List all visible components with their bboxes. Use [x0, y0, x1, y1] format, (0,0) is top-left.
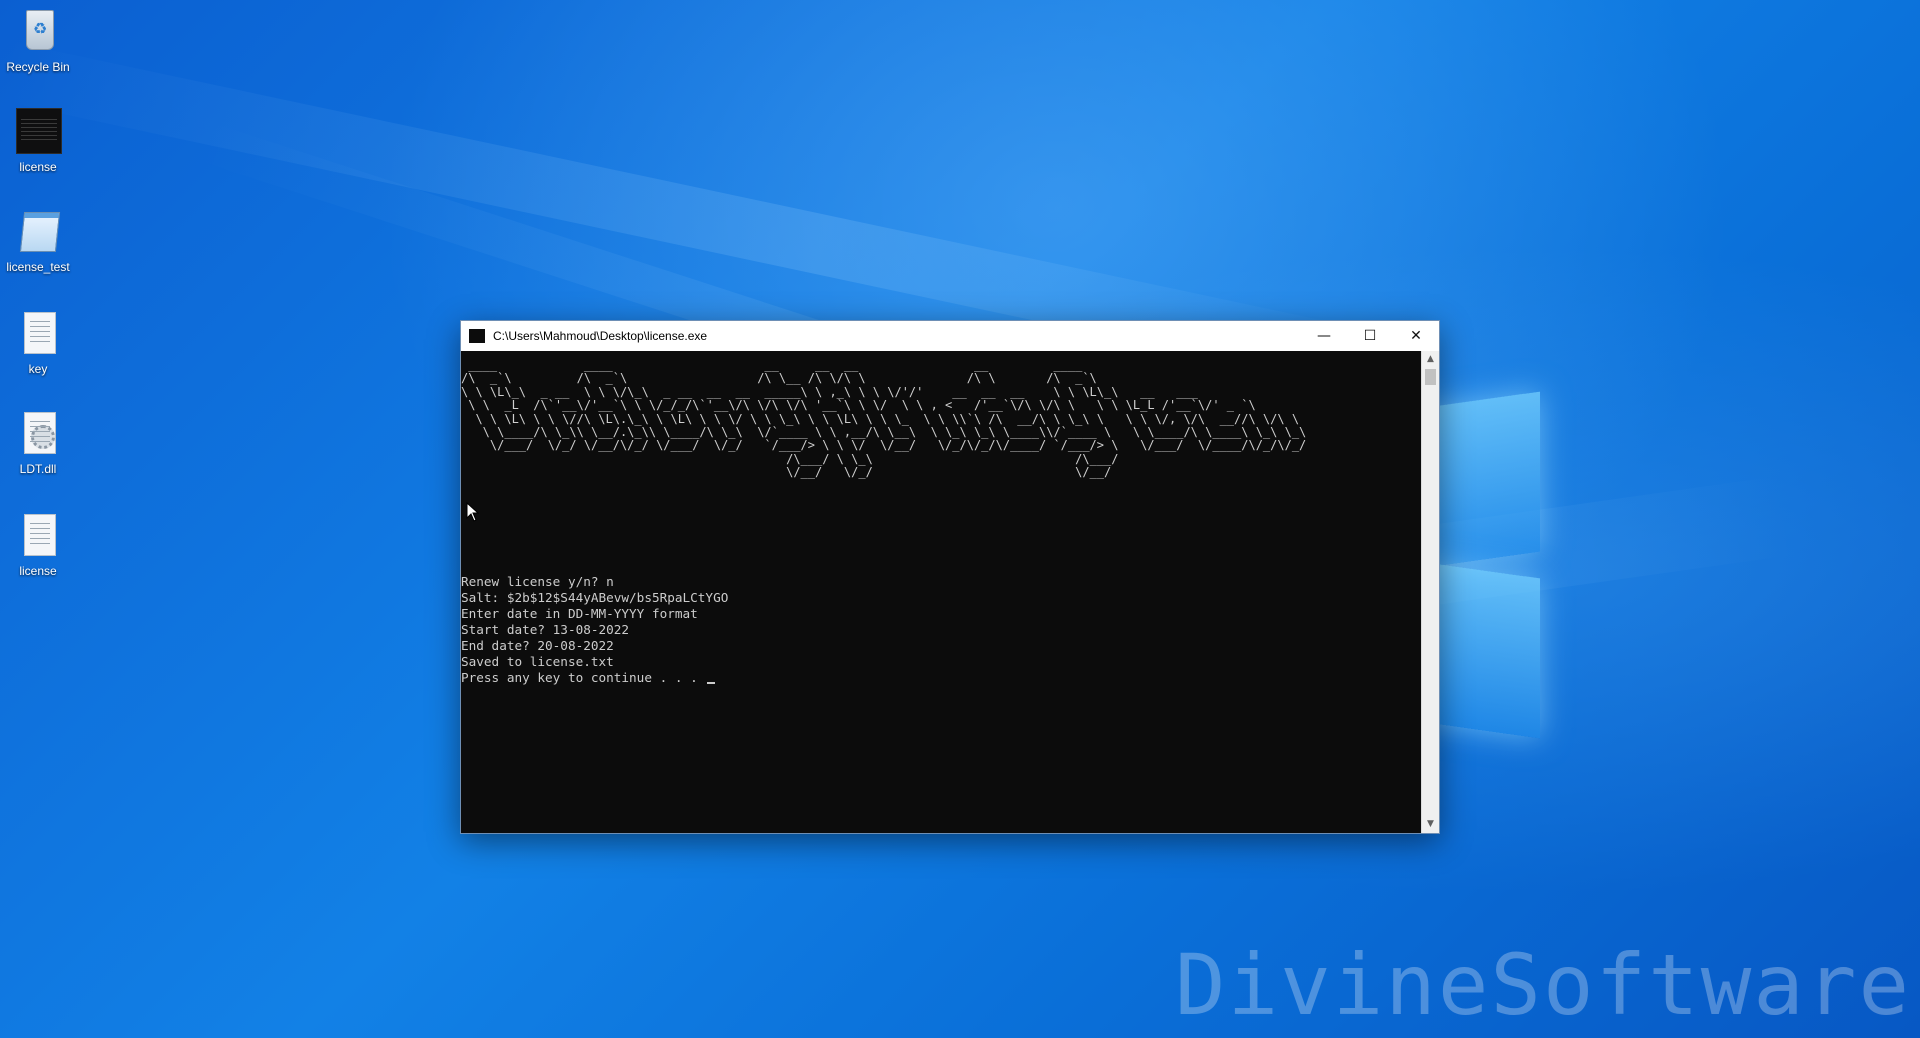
window-title: C:\Users\Mahmoud\Desktop\license.exe — [493, 329, 708, 343]
title-bar[interactable]: C:\Users\Mahmoud\Desktop\license.exe — ☐… — [461, 321, 1439, 351]
text-file-icon — [24, 514, 56, 556]
console-output: Renew license y/n? n Salt: $2b$12$S44yAB… — [461, 574, 728, 686]
close-icon: ✕ — [1410, 328, 1422, 344]
console-line: Saved to license.txt — [461, 654, 614, 669]
console-line: Enter date in DD-MM-YYYY format — [461, 606, 698, 621]
maximize-icon: ☐ — [1363, 328, 1377, 344]
console-line: Press any key to continue . . . — [461, 670, 706, 685]
scroll-up-arrow-icon[interactable]: ▲ — [1422, 351, 1439, 368]
desktop-icon-key[interactable]: key — [0, 310, 76, 376]
recycle-bin-icon — [26, 10, 54, 50]
vertical-scrollbar[interactable]: ▲ ▼ — [1421, 351, 1439, 833]
desktop-icon-label: Recycle Bin — [6, 60, 70, 74]
console-line: Start date? 13-08-2022 — [461, 622, 630, 637]
console-window[interactable]: C:\Users\Mahmoud\Desktop\license.exe — ☐… — [460, 320, 1440, 834]
desktop-icon-label: license — [19, 160, 57, 174]
console-output-area[interactable]: ____ ____ __ __ __ __ ____ /\ _`\ /\ _`\… — [461, 351, 1422, 833]
close-button[interactable]: ✕ — [1393, 321, 1439, 351]
desktop-icon-license-txt[interactable]: license — [0, 512, 76, 578]
desktop-icon-label: LDT.dll — [19, 462, 57, 476]
maximize-button[interactable]: ☐ — [1347, 321, 1393, 351]
dll-file-icon — [24, 412, 56, 454]
console-line: Salt: $2b$12$S44yABevw/bs5RpaLCtYGO — [461, 590, 729, 605]
desktop-icon-recycle-bin[interactable]: Recycle Bin — [0, 8, 76, 74]
windows-logo — [1420, 380, 1600, 740]
console-line: Renew license y/n? n — [461, 574, 614, 589]
ascii-art-banner: ____ ____ __ __ __ __ ____ /\ _`\ /\ _`\… — [461, 358, 1307, 480]
console-line: End date? 20-08-2022 — [461, 638, 614, 653]
desktop-icon-label: key — [28, 362, 48, 376]
desktop-background: Recycle Bin license license_test key LDT… — [0, 0, 1920, 1038]
mouse-pointer-icon — [466, 502, 480, 522]
console-exe-icon — [16, 108, 62, 154]
desktop-icon-label: license_test — [6, 260, 70, 274]
console-prompt-line: Press any key to continue . . . — [461, 670, 728, 686]
desktop-icon-label: license — [19, 564, 57, 578]
console-app-icon — [469, 329, 485, 343]
minimize-button[interactable]: — — [1301, 321, 1347, 351]
scroll-down-arrow-icon[interactable]: ▼ — [1422, 816, 1439, 833]
text-cursor — [707, 682, 716, 684]
desktop-icon-license-test[interactable]: license_test — [0, 208, 76, 274]
minimize-icon: — — [1317, 328, 1331, 344]
desktop-icon-ldt-dll[interactable]: LDT.dll — [0, 410, 76, 476]
desktop-icon-license-exe[interactable]: license — [0, 108, 76, 174]
notepad-icon — [19, 212, 61, 252]
scrollbar-thumb[interactable] — [1425, 369, 1436, 385]
watermark-text: DivineSoftware — [1175, 936, 1912, 1034]
text-file-icon — [24, 312, 56, 354]
